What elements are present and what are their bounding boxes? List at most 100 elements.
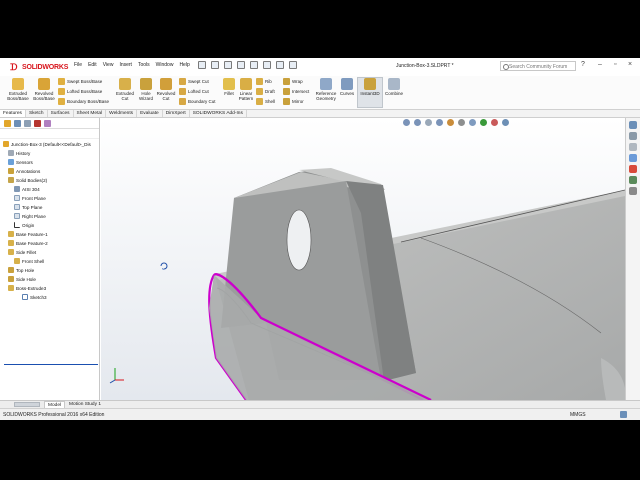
- hole-wizard-button[interactable]: Hole Wizard: [136, 78, 156, 101]
- zoom-fit-icon[interactable]: [403, 119, 410, 126]
- scene-icon[interactable]: [491, 119, 498, 126]
- select-icon[interactable]: [263, 61, 271, 69]
- tree-item-base-feature-2[interactable]: Base Feature-2: [8, 240, 48, 246]
- menu-tools[interactable]: Tools: [138, 62, 150, 68]
- combine-button[interactable]: Combine: [384, 78, 404, 96]
- boundary-boss-button[interactable]: Boundary Boss/Base: [58, 98, 109, 105]
- minimize-icon[interactable]: –: [598, 61, 602, 68]
- rebuild-icon[interactable]: [276, 61, 284, 69]
- view-settings-icon[interactable]: [502, 119, 509, 126]
- menu-insert[interactable]: Insert: [119, 62, 132, 68]
- extruded-boss-button[interactable]: Extruded Boss/Base: [6, 78, 30, 101]
- tree-item-front-shell[interactable]: Front Shell: [14, 258, 44, 264]
- fillet-button[interactable]: Fillet: [222, 78, 236, 96]
- graphics-area[interactable]: [101, 118, 625, 400]
- forum-icon[interactable]: [629, 187, 637, 195]
- boundary-cut-button[interactable]: Boundary Cut: [179, 98, 216, 105]
- status-units[interactable]: MMGS: [570, 412, 586, 418]
- design-library-icon[interactable]: [629, 132, 637, 140]
- tree-item-label: Boss-Extrude3: [16, 285, 47, 291]
- section-view-icon[interactable]: [436, 119, 443, 126]
- extruded-cut-button[interactable]: Extruded Cut: [113, 78, 137, 101]
- tree-item-top-hole[interactable]: Top Hole: [8, 267, 34, 273]
- hide-show-icon[interactable]: [469, 119, 476, 126]
- menu-file[interactable]: File: [74, 62, 82, 68]
- tree-item-front-plane[interactable]: Front Plane: [14, 195, 46, 201]
- menu-edit[interactable]: Edit: [88, 62, 97, 68]
- feature-manager-icon[interactable]: [4, 120, 11, 127]
- swept-boss-button[interactable]: Swept Boss/Base: [58, 78, 102, 85]
- appearances-icon[interactable]: [629, 165, 637, 173]
- close-icon[interactable]: ×: [628, 61, 632, 68]
- tab-weldments[interactable]: Weldments: [106, 110, 138, 117]
- display-manager-icon[interactable]: [44, 120, 51, 127]
- menu-window[interactable]: Window: [156, 62, 174, 68]
- tree-item-base-feature-1[interactable]: Base Feature-1: [8, 231, 48, 237]
- reference-geometry-button[interactable]: Reference Geometry: [314, 78, 338, 101]
- save-icon[interactable]: [224, 61, 232, 69]
- linear-pattern-button[interactable]: Linear Pattern: [236, 78, 256, 101]
- tree-item-boss-extrude3[interactable]: Boss-Extrude3: [8, 285, 46, 291]
- search-input[interactable]: Search Community Forum: [500, 61, 576, 71]
- restore-icon[interactable]: ▫: [614, 61, 616, 68]
- swept-cut-button[interactable]: Swept Cut: [179, 78, 209, 85]
- shell-button[interactable]: Shell: [256, 98, 275, 105]
- solidworks-logo[interactable]: ᗪ SOLIDWORKS: [10, 61, 68, 73]
- open-icon[interactable]: [211, 61, 219, 69]
- options-icon[interactable]: [289, 61, 297, 69]
- rib-button[interactable]: Rib: [256, 78, 272, 85]
- resources-icon[interactable]: [629, 121, 637, 129]
- tree-item-history[interactable]: History: [8, 150, 30, 156]
- revolved-cut-button[interactable]: Revolved Cut: [156, 78, 176, 101]
- tab-features[interactable]: Features: [0, 110, 26, 117]
- tree-item-top-plane[interactable]: Top Plane: [14, 204, 42, 210]
- tree-item-label: Front Plane: [22, 195, 46, 201]
- property-manager-icon[interactable]: [14, 120, 21, 127]
- mirror-button[interactable]: Mirror: [283, 98, 304, 105]
- new-icon[interactable]: [198, 61, 206, 69]
- lofted-boss-button[interactable]: Lofted Boss/Base: [58, 88, 102, 95]
- tab-surfaces[interactable]: Surfaces: [48, 110, 74, 117]
- view-palette-icon[interactable]: [629, 154, 637, 162]
- print-icon[interactable]: [237, 61, 245, 69]
- undo-icon[interactable]: [250, 61, 258, 69]
- zoom-area-icon[interactable]: [414, 119, 421, 126]
- previous-view-icon[interactable]: [425, 119, 432, 126]
- tree-item-annotations[interactable]: Annotations: [8, 168, 40, 174]
- tree-item-right-plane[interactable]: Right Plane: [14, 213, 46, 219]
- help-icon[interactable]: [620, 411, 627, 418]
- revolved-boss-button[interactable]: Revolved Boss/Base: [32, 78, 56, 101]
- curves-button[interactable]: Curves: [339, 78, 355, 96]
- menu-help[interactable]: Help: [179, 62, 189, 68]
- tab-dimxpert[interactable]: DimXpert: [163, 110, 190, 117]
- file-explorer-icon[interactable]: [629, 143, 637, 151]
- tree-item-origin[interactable]: Origin: [14, 222, 34, 228]
- menu-view[interactable]: View: [103, 62, 114, 68]
- configuration-manager-icon[interactable]: [24, 120, 31, 127]
- intersect-button[interactable]: Intersect: [283, 88, 309, 95]
- tab-scroll-control[interactable]: [14, 402, 40, 407]
- tree-item-material[interactable]: AISI 304: [14, 186, 40, 192]
- tree-filter[interactable]: [0, 129, 99, 139]
- tree-item-sketch3[interactable]: Sketch3: [22, 294, 47, 300]
- tab-sheet-metal[interactable]: Sheet Metal: [74, 110, 107, 117]
- tree-item-solid-bodies[interactable]: Solid Bodies(2): [8, 177, 47, 183]
- dimxpert-manager-icon[interactable]: [34, 120, 41, 127]
- rollback-bar[interactable]: [4, 364, 98, 365]
- tree-item-sensors[interactable]: Sensors: [8, 159, 33, 165]
- wrap-button[interactable]: Wrap: [283, 78, 303, 85]
- tree-item-side-fillet[interactable]: Side Fillet: [8, 249, 36, 255]
- help-icon[interactable]: ?: [581, 61, 585, 68]
- appearance-icon[interactable]: [480, 119, 487, 126]
- lofted-cut-button[interactable]: Lofted Cut: [179, 88, 209, 95]
- view-orientation-icon[interactable]: [447, 119, 454, 126]
- tab-addins[interactable]: SOLIDWORKS Add-Ins: [190, 110, 247, 117]
- custom-properties-icon[interactable]: [629, 176, 637, 184]
- tab-motion-study[interactable]: Motion Study 1: [66, 401, 104, 408]
- tab-sketch[interactable]: Sketch: [26, 110, 48, 117]
- draft-button[interactable]: Draft: [256, 88, 275, 95]
- tree-item-side-hole[interactable]: Side Hole: [8, 276, 36, 282]
- tree-root[interactable]: Junction-Box-3 (Default<<Default>_Dis: [3, 141, 91, 147]
- display-style-icon[interactable]: [458, 119, 465, 126]
- tab-evaluate[interactable]: Evaluate: [137, 110, 163, 117]
